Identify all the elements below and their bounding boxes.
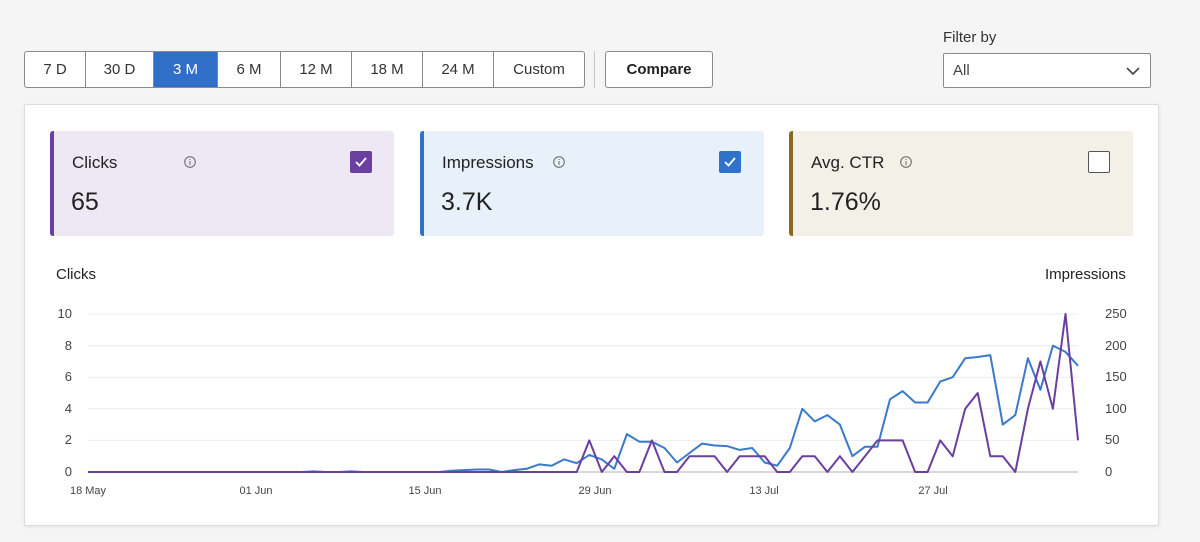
clicks-series-line [88, 313, 1079, 473]
performance-chart [88, 313, 1079, 473]
